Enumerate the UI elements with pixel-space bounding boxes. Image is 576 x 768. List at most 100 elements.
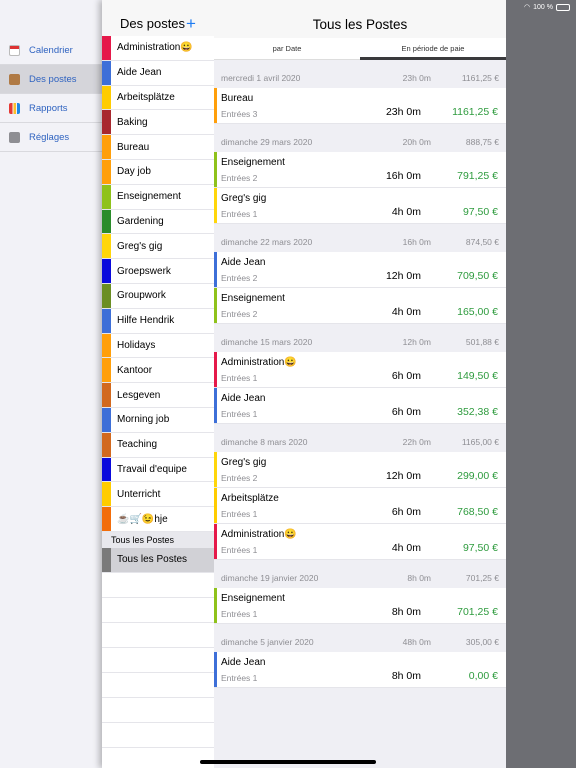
day-header: dimanche 19 janvier 2020 8h 0m 701,25 €	[214, 560, 506, 588]
entry-count: Entrées 2	[221, 473, 258, 483]
poste-item[interactable]: Kantoor	[102, 358, 214, 384]
day-hours: 23h 0m	[402, 73, 431, 83]
nav-item-calendrier[interactable]: Calendrier	[0, 36, 104, 65]
poste-item[interactable]: Greg's gig	[102, 234, 214, 260]
poste-item[interactable]: Aide Jean	[102, 60, 214, 86]
entry-color-bar	[214, 152, 217, 187]
poste-item-all[interactable]: Tous les Postes	[102, 547, 214, 573]
entry-color-bar	[214, 288, 217, 323]
poste-color-swatch	[102, 234, 111, 259]
poste-item[interactable]: Bureau	[102, 135, 214, 160]
empty-row	[102, 748, 214, 768]
entry-name: Enseignement	[221, 157, 285, 168]
poste-label: Greg's gig	[117, 240, 163, 252]
entry-row[interactable]: Aide Jean Entrées 1 8h 0m 0,00 €	[214, 652, 506, 688]
poste-item[interactable]: Holidays	[102, 333, 214, 359]
entry-name: Aide Jean	[221, 393, 266, 404]
day-date: dimanche 22 mars 2020	[221, 237, 313, 247]
poste-item[interactable]: Lesgeven	[102, 383, 214, 408]
poste-label: Lesgeven	[117, 389, 161, 401]
poste-color-swatch	[102, 547, 111, 572]
entry-color-bar	[214, 252, 217, 287]
poste-item[interactable]: Groupwork	[102, 283, 214, 309]
poste-item[interactable]: Gardening	[102, 209, 214, 235]
empty-row	[102, 648, 214, 673]
entry-row[interactable]: Aide Jean Entrées 1 6h 0m 352,38 €	[214, 388, 506, 424]
empty-row	[102, 698, 214, 723]
add-poste-button[interactable]: +	[186, 15, 196, 32]
nav-item-rapports[interactable]: Rapports	[0, 94, 104, 123]
chart-icon	[9, 102, 20, 114]
poste-color-swatch	[102, 159, 111, 184]
day-header: mercredi 1 avril 2020 23h 0m 1161,25 €	[214, 60, 506, 88]
entry-name: Administration😀	[221, 529, 297, 540]
poste-color-swatch	[102, 36, 111, 60]
entry-amount: 352,38 €	[457, 406, 498, 418]
entry-hours: 4h 0m	[391, 306, 421, 318]
day-date: mercredi 1 avril 2020	[221, 73, 301, 83]
entry-row[interactable]: Greg's gig Entrées 2 12h 0m 299,00 €	[214, 452, 506, 488]
poste-color-swatch	[102, 184, 111, 209]
entry-row[interactable]: Enseignement Entrées 2 4h 0m 165,00 €	[214, 288, 506, 324]
empty-row	[102, 623, 214, 648]
day-date: dimanche 5 janvier 2020	[221, 637, 314, 647]
entry-row[interactable]: Enseignement Entrées 1 8h 0m 701,25 €	[214, 588, 506, 624]
poste-color-swatch	[102, 432, 111, 457]
day-hours: 12h 0m	[402, 337, 431, 347]
poste-item[interactable]: Hilfe Hendrik	[102, 308, 214, 334]
entry-row[interactable]: Administration😀 Entrées 1 6h 0m 149,50 €	[214, 352, 506, 388]
entry-hours: 16h 0m	[385, 170, 421, 182]
nav-item-reglages[interactable]: Réglages	[0, 123, 104, 152]
day-hours: 8h 0m	[407, 573, 431, 583]
entry-row[interactable]: Enseignement Entrées 2 16h 0m 791,25 €	[214, 152, 506, 188]
poste-item[interactable]: Administration😀	[102, 36, 214, 61]
poste-item[interactable]: Travail d'equipe	[102, 457, 214, 483]
day-header: dimanche 15 mars 2020 12h 0m 501,88 €	[214, 324, 506, 352]
day-date: dimanche 15 mars 2020	[221, 337, 313, 347]
poste-label: Kantoor	[117, 364, 153, 376]
poste-color-swatch	[102, 60, 111, 85]
poste-item[interactable]: Arbeitsplätze	[102, 85, 214, 111]
entry-color-bar	[214, 188, 217, 223]
poste-item[interactable]: Enseignement	[102, 184, 214, 210]
poste-item[interactable]: ☕️🛒😉hje	[102, 507, 214, 532]
poste-item[interactable]: Baking	[102, 110, 214, 136]
entry-row[interactable]: Aide Jean Entrées 2 12h 0m 709,50 €	[214, 252, 506, 288]
calendar-icon	[9, 44, 20, 56]
poste-item[interactable]: Morning job	[102, 407, 214, 433]
day-date: dimanche 8 mars 2020	[221, 437, 308, 447]
day-amount: 888,75 €	[465, 137, 499, 147]
entry-row[interactable]: Administration😀 Entrées 1 4h 0m 97,50 €	[214, 524, 506, 560]
poste-label: Holidays	[117, 339, 156, 351]
tab-par-date[interactable]: par Date	[214, 38, 360, 59]
postes-list: Administration😀 Aide Jean Arbeitsplätze Bak…	[102, 36, 214, 532]
day-hours: 22h 0m	[402, 437, 431, 447]
empty-row	[102, 573, 214, 598]
day-header: dimanche 22 mars 2020 16h 0m 874,50 €	[214, 224, 506, 252]
entry-count: Entrées 1	[221, 373, 258, 383]
entry-count: Entrées 1	[221, 209, 258, 219]
tab-periode-de-paie[interactable]: En période de paie	[360, 38, 506, 60]
entry-row[interactable]: Bureau Entrées 3 23h 0m 1161,25 €	[214, 88, 506, 124]
postes-column: Des postes + Administration😀 Aide Jean Arb…	[102, 0, 214, 768]
entry-amount: 149,50 €	[457, 370, 498, 382]
poste-color-swatch	[102, 209, 111, 234]
empty-rows	[102, 573, 214, 768]
day-amount: 1161,25 €	[461, 73, 499, 83]
entry-name: Aide Jean	[221, 657, 266, 668]
poste-color-swatch	[102, 457, 111, 482]
entry-hours: 4h 0m	[391, 206, 421, 218]
poste-item[interactable]: Unterricht	[102, 482, 214, 508]
poste-item[interactable]: Day job	[102, 159, 214, 185]
postes-title: Des postes	[120, 16, 186, 31]
poste-item[interactable]: Teaching	[102, 432, 214, 458]
entry-color-bar	[214, 452, 217, 487]
poste-item[interactable]: Groepswerk	[102, 259, 214, 284]
nav-item-des-postes[interactable]: Des postes	[0, 65, 104, 94]
entry-name: Enseignement	[221, 593, 285, 604]
poste-label: Aide Jean	[117, 67, 162, 79]
entry-name: Bureau	[221, 93, 254, 104]
entry-row[interactable]: Arbeitsplätze Entrées 1 6h 0m 768,50 €	[214, 488, 506, 524]
poste-label: Unterricht	[117, 488, 161, 500]
entry-row[interactable]: Greg's gig Entrées 1 4h 0m 97,50 €	[214, 188, 506, 224]
